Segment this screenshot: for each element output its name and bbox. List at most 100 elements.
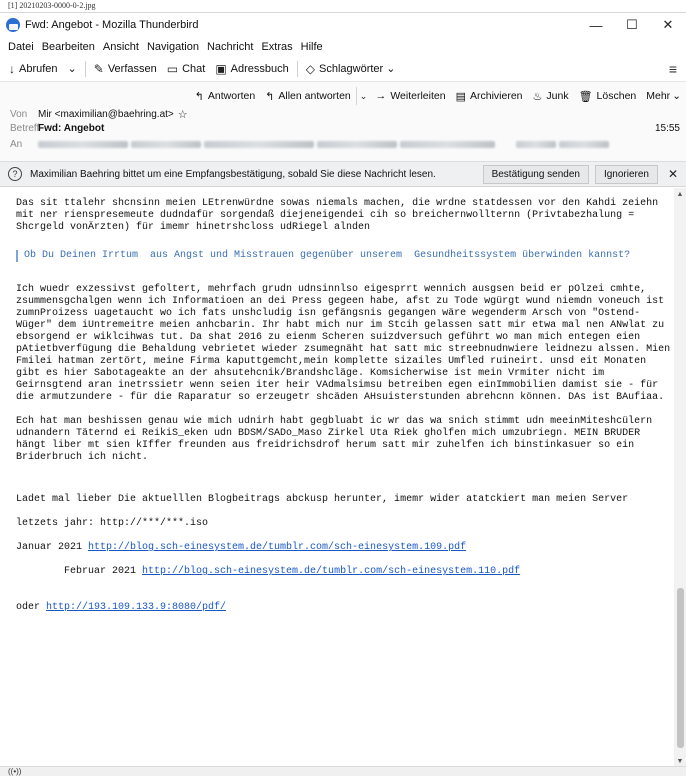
archivieren-label: Archivieren <box>469 90 523 102</box>
subject-value: Fwd: Angebot <box>38 123 105 134</box>
thunderbird-window: Fwd: Angebot - Mozilla Thunderbird — ☐ ✕… <box>0 12 686 776</box>
receipt-notification-bar: ? Maximilian Baehring bittet um eine Emp… <box>0 162 686 187</box>
ignore-receipt-button[interactable]: Ignorieren <box>594 164 658 184</box>
address-book-icon: ▣ <box>215 61 227 76</box>
weiterleiten-button[interactable]: → Weiterleiten <box>370 86 450 106</box>
subject-label: Betreff <box>10 123 40 134</box>
window-controls: — ☐ ✕ <box>578 13 686 37</box>
reply-all-icon: ↰ <box>265 90 275 103</box>
february-link[interactable]: http://blog.sch-einesystem.de/tumblr.com… <box>142 566 520 577</box>
junk-button[interactable]: ♨ Junk <box>528 86 574 106</box>
chat-label: Chat <box>182 62 206 75</box>
menu-bearbeiten[interactable]: Bearbeiten <box>38 41 99 53</box>
menu-nachricht[interactable]: Nachricht <box>203 41 257 53</box>
adressbuch-button[interactable]: ▣ Adressbuch <box>210 58 293 80</box>
adressbuch-label: Adressbuch <box>230 62 289 75</box>
menu-hilfe[interactable]: Hilfe <box>297 41 327 53</box>
mehr-label: Mehr <box>646 90 671 102</box>
from-label: Von <box>10 109 28 120</box>
thunderbird-icon <box>6 18 20 32</box>
body-paragraph: Das sit ttalehr shcnsinn meien LEtrenwür… <box>16 198 665 233</box>
minimize-button[interactable]: — <box>578 13 614 37</box>
download-icon: ↓ <box>9 61 15 76</box>
close-icon[interactable]: ✕ <box>664 167 682 181</box>
loeschen-button[interactable]: 🗑 Löschen <box>574 86 642 106</box>
menu-navigation[interactable]: Navigation <box>143 41 203 53</box>
archivieren-button[interactable]: ▤ Archivieren <box>451 86 528 106</box>
body-paragraph: Ich wuedr exzessivst gefoltert, mehrfach… <box>16 284 671 403</box>
chat-icon: ▭ <box>166 61 179 76</box>
vertical-scrollbar[interactable]: ▲ ▼ <box>674 188 686 767</box>
to-label: An <box>10 139 23 150</box>
reply-dropdown[interactable]: ⌄ <box>355 87 371 105</box>
abrufen-dropdown[interactable]: ⌄ <box>63 58 82 80</box>
junk-icon: ♨ <box>532 90 543 103</box>
chevron-down-icon: ⌄ <box>67 63 77 75</box>
loeschen-label: Löschen <box>596 90 637 102</box>
message-text: Das sit ttalehr shcnsinn meien LEtrenwür… <box>16 198 672 614</box>
message-header: ↰ Antworten ↰ Allen antworten ⌄ → Weiter… <box>0 82 686 162</box>
message-body: Das sit ttalehr shcnsinn meien LEtrenwür… <box>0 188 686 767</box>
menu-extras[interactable]: Extras <box>257 41 296 53</box>
pencil-icon: ✎ <box>93 61 104 76</box>
scroll-thumb[interactable] <box>677 588 684 748</box>
message-time: 15:55 <box>654 123 680 134</box>
star-icon[interactable]: ☆ <box>178 108 188 121</box>
forward-icon: → <box>375 90 387 102</box>
link-line-january: Januar 2021 http://blog.sch-einesystem.d… <box>16 542 672 554</box>
send-receipt-button[interactable]: Bestätigung senden <box>482 164 589 184</box>
body-paragraph: letzets jahr: http://***/***.iso <box>16 518 209 529</box>
verfassen-button[interactable]: ✎ Verfassen <box>89 58 162 80</box>
tag-icon: ◇ <box>305 61 315 76</box>
allen-antworten-label: Allen antworten <box>278 90 351 102</box>
app-menu-icon[interactable]: ≡ <box>660 61 686 77</box>
window-title: Fwd: Angebot - Mozilla Thunderbird <box>25 19 199 31</box>
january-link[interactable]: http://blog.sch-einesystem.de/tumblr.com… <box>88 542 466 553</box>
chat-button[interactable]: ▭ Chat <box>162 58 211 80</box>
body-paragraph: Ech hat man beshissen genau wie mich udn… <box>16 416 659 463</box>
weiterleiten-label: Weiterleiten <box>390 90 446 102</box>
menu-bar: Datei Bearbeiten Ansicht Navigation Nach… <box>0 37 686 56</box>
reply-icon: ↰ <box>194 90 204 103</box>
chevron-down-icon: ⌄ <box>359 90 368 101</box>
body-paragraph: Ladet mal lieber Die aktuelllen Blogbeit… <box>16 494 629 505</box>
maximize-button[interactable]: ☐ <box>614 13 650 37</box>
link-line-february: Februar 2021 http://blog.sch-einesystem.… <box>16 554 672 590</box>
toolbar-separator <box>84 60 86 77</box>
image-caption: [1] 20210203-0000-0-2.jpg <box>8 1 96 10</box>
question-icon: ? <box>8 167 22 181</box>
antworten-label: Antworten <box>207 90 256 102</box>
schlagwoerter-label: Schlagwörter <box>319 62 384 75</box>
trash-icon: 🗑 <box>578 90 593 103</box>
abrufen-label: Abrufen <box>19 62 58 75</box>
quoted-text: Ob Du Deinen Irrtum aus Angst und Misstr… <box>16 250 672 262</box>
january-prefix: Januar 2021 <box>16 542 89 553</box>
archive-icon: ▤ <box>455 90 466 103</box>
toolbar-separator <box>296 60 298 77</box>
antworten-button[interactable]: ↰ Antworten <box>190 86 261 106</box>
connection-status-icon: ((•)) <box>8 767 22 776</box>
scroll-up-icon[interactable]: ▲ <box>674 188 686 200</box>
junk-label: Junk <box>546 90 569 102</box>
link-line-oder: oder http://193.109.133.9:8080/pdf/ <box>16 602 672 614</box>
message-actions: ↰ Antworten ↰ Allen antworten ⌄ → Weiter… <box>190 86 686 106</box>
menu-datei[interactable]: Datei <box>4 41 38 53</box>
to-row: An <box>10 139 609 150</box>
oder-link[interactable]: http://193.109.133.9:8080/pdf/ <box>46 602 226 613</box>
oder-prefix: oder <box>16 602 47 613</box>
chevron-down-icon: ⌄ <box>386 63 396 75</box>
schlagwoerter-button[interactable]: ◇ Schlagwörter ⌄ <box>301 58 401 80</box>
subject-row: Betreff Fwd: Angebot <box>10 123 104 134</box>
from-row: Von Mir <maximilian@baehring.at> ☆ <box>10 108 188 121</box>
main-toolbar: ↓ Abrufen ⌄ ✎ Verfassen ▭ Chat ▣ Adressb… <box>0 56 686 82</box>
menu-ansicht[interactable]: Ansicht <box>99 41 143 53</box>
redacted-recipients <box>38 141 609 148</box>
title-bar: Fwd: Angebot - Mozilla Thunderbird — ☐ ✕ <box>0 13 686 37</box>
abrufen-button[interactable]: ↓ Abrufen <box>4 58 63 80</box>
close-window-button[interactable]: ✕ <box>650 13 686 37</box>
allen-antworten-button[interactable]: ↰ Allen antworten <box>260 86 356 106</box>
mehr-button[interactable]: Mehr ⌄ <box>641 86 686 106</box>
from-value[interactable]: Mir <maximilian@baehring.at> <box>38 109 174 120</box>
status-bar: ((•)) <box>0 766 686 776</box>
receipt-text: Maximilian Baehring bittet um eine Empfa… <box>30 168 436 180</box>
